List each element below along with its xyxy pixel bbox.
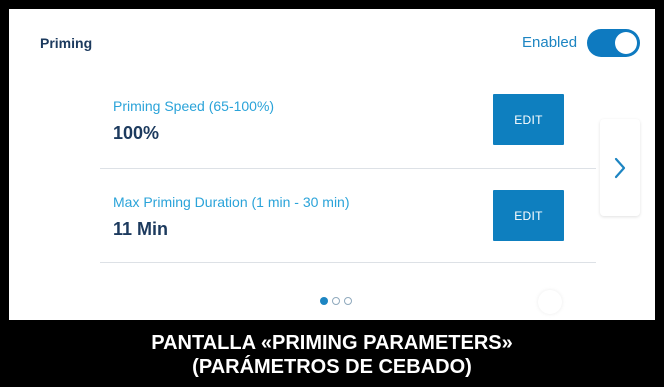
device-screen: Priming Enabled Priming Speed (65-100%) …	[9, 9, 655, 320]
enabled-label: Enabled	[522, 34, 578, 51]
param-label: Priming Speed (65-100%)	[113, 98, 275, 114]
priming-panel: Priming Enabled Priming Speed (65-100%) …	[9, 9, 655, 320]
edit-priming-speed-button[interactable]: EDIT	[493, 94, 564, 145]
caption-line-2: (PARÁMETROS DE CEBADO)	[192, 356, 472, 378]
screen-frame: Priming Enabled Priming Speed (65-100%) …	[0, 0, 664, 387]
page-dot-active[interactable]	[320, 297, 328, 305]
edit-max-priming-duration-button[interactable]: EDIT	[493, 190, 564, 241]
page-dot[interactable]	[344, 297, 352, 305]
section-title: Priming	[40, 35, 93, 51]
param-value: 100%	[113, 123, 160, 143]
param-label: Max Priming Duration (1 min - 30 min)	[113, 194, 350, 210]
page-indicator	[320, 296, 352, 306]
divider	[100, 168, 596, 169]
divider	[100, 262, 596, 263]
param-value: 11 Min	[113, 219, 169, 239]
page-dot[interactable]	[332, 297, 340, 305]
next-page-button[interactable]	[600, 119, 640, 216]
priming-enabled-toggle[interactable]	[587, 29, 640, 57]
figure-caption: PANTALLA «PRIMING PARAMETERS» (PARÁMETRO…	[0, 322, 664, 387]
floating-button[interactable]	[538, 290, 562, 314]
toggle-knob	[615, 32, 637, 54]
chevron-right-icon	[614, 157, 626, 178]
caption-line-1: PANTALLA «PRIMING PARAMETERS»	[151, 332, 513, 354]
